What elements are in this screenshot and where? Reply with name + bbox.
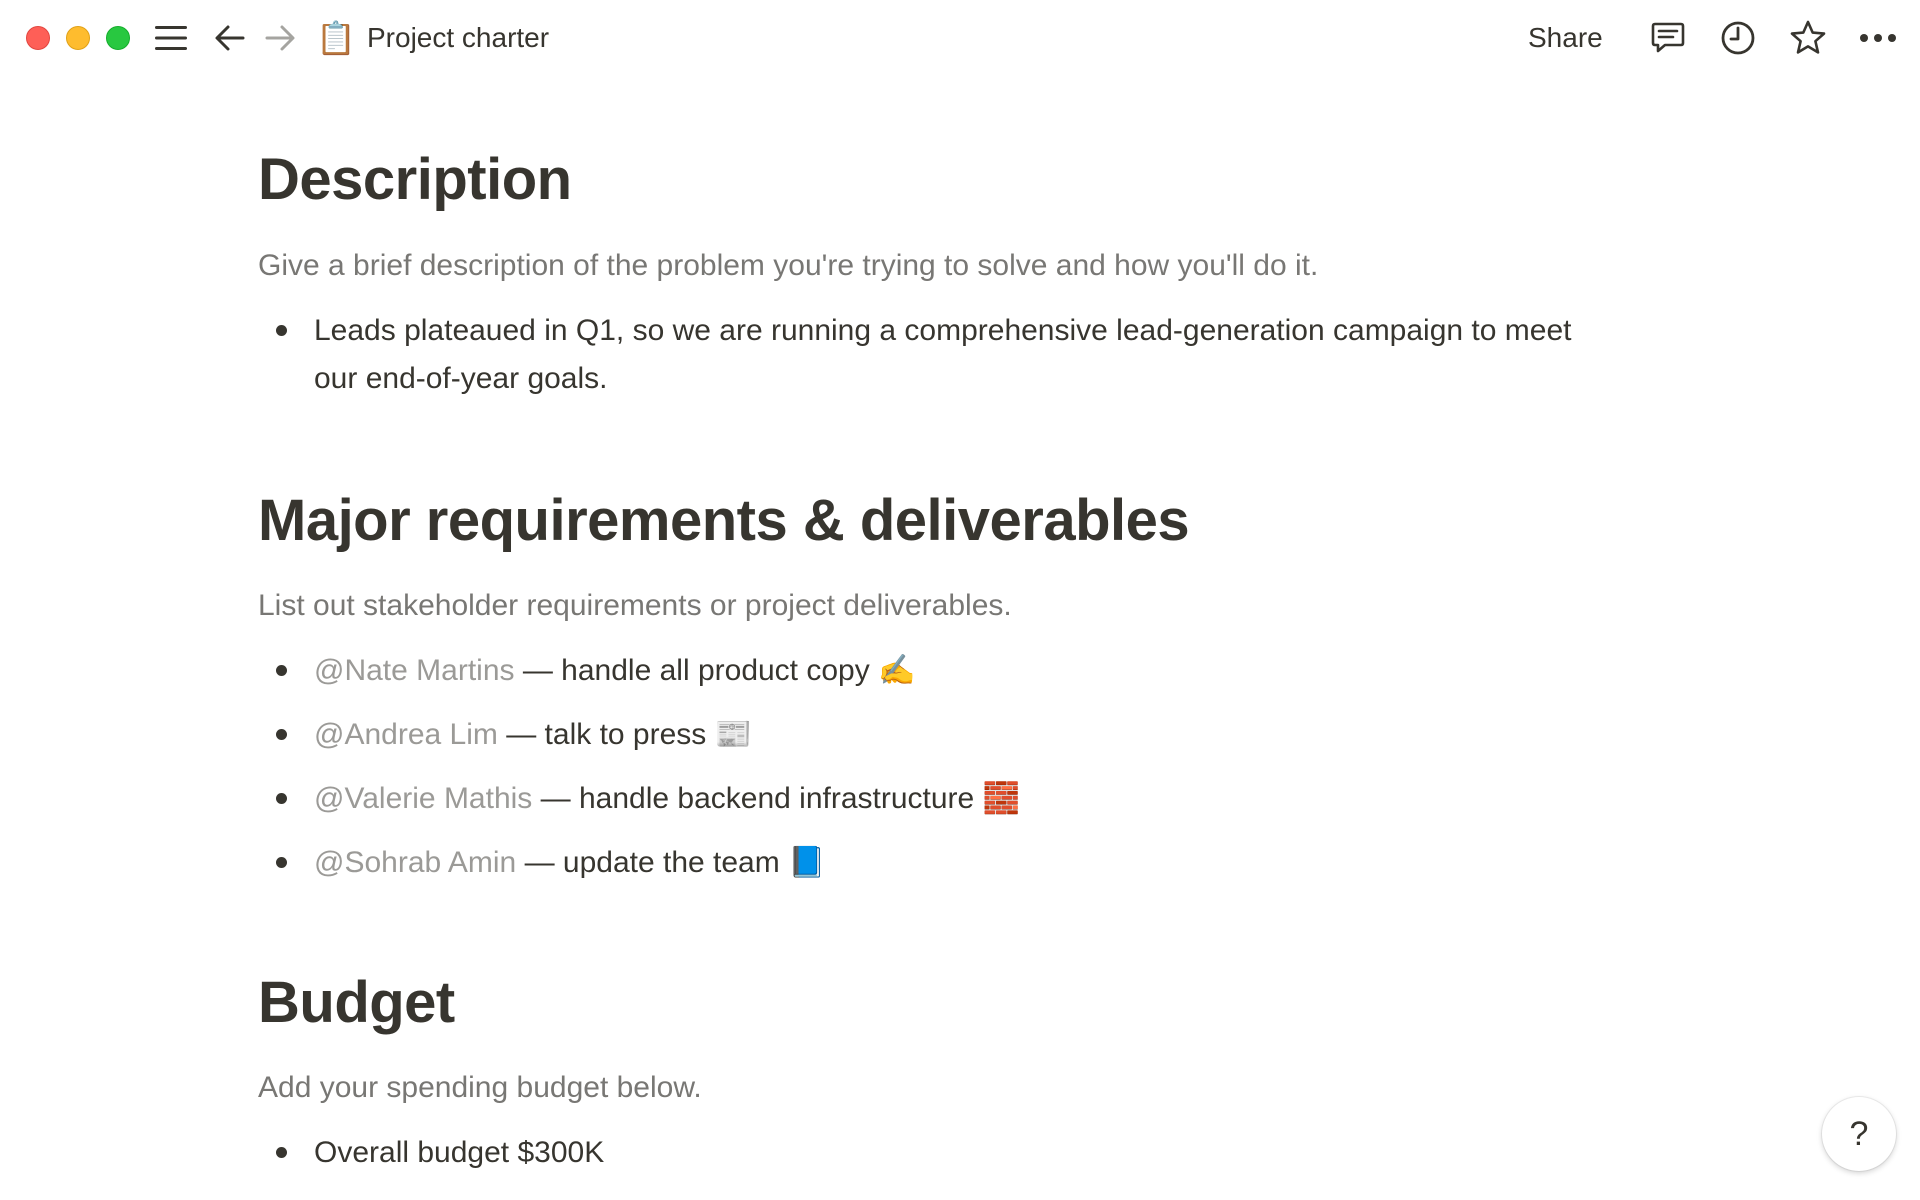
bullet-marker — [258, 307, 314, 403]
clock-icon[interactable] — [1716, 16, 1760, 60]
star-icon[interactable] — [1786, 16, 1830, 60]
item-text: — update the team 📘 — [516, 846, 826, 879]
description-placeholder[interactable]: Give a brief description of the problem … — [258, 244, 1318, 288]
heading-description[interactable]: Description — [258, 145, 572, 215]
item-text: — handle all product copy ✍️ — [514, 654, 916, 687]
window-controls — [26, 26, 130, 50]
more-dots-icon[interactable] — [1856, 16, 1900, 60]
list-item[interactable]: @Andrea Lim — talk to press 📰 — [258, 711, 1618, 759]
top-bar: 📋 Project charter Share — [0, 0, 1920, 76]
user-mention[interactable]: @Nate Martins — [314, 654, 515, 687]
hamburger-menu-icon[interactable] — [151, 18, 191, 58]
item-text: — handle backend infrastructure 🧱 — [532, 782, 1020, 815]
user-mention[interactable]: @Valerie Mathis — [314, 782, 532, 815]
bullet-marker — [258, 647, 314, 695]
heading-requirements[interactable]: Major requirements & deliverables — [258, 486, 1190, 556]
list-item-text[interactable]: @Nate Martins — handle all product copy … — [314, 647, 915, 695]
list-item-text[interactable]: @Andrea Lim — talk to press 📰 — [314, 711, 752, 759]
bullet-marker — [258, 775, 314, 823]
page-title-breadcrumb[interactable]: Project charter — [367, 18, 549, 58]
bullet-marker — [258, 839, 314, 887]
list-item-text[interactable]: Overall budget $300K — [314, 1129, 604, 1177]
share-button[interactable]: Share — [1528, 18, 1603, 58]
comment-icon[interactable] — [1646, 16, 1690, 60]
list-item[interactable]: @Nate Martins — handle all product copy … — [258, 647, 1618, 695]
arrow-left-icon[interactable] — [210, 18, 250, 58]
list-item-text[interactable]: @Sohrab Amin — update the team 📘 — [314, 839, 825, 887]
user-mention[interactable]: @Sohrab Amin — [314, 846, 516, 879]
minimize-window-button[interactable] — [66, 26, 90, 50]
list-item-text[interactable]: Leads plateaued in Q1, so we are running… — [314, 307, 1618, 403]
list-item-text[interactable]: @Valerie Mathis — handle backend infrast… — [314, 775, 1020, 823]
list-item[interactable]: Leads plateaued in Q1, so we are running… — [258, 307, 1618, 403]
maximize-window-button[interactable] — [106, 26, 130, 50]
close-window-button[interactable] — [26, 26, 50, 50]
page-icon[interactable]: 📋 — [316, 18, 356, 58]
list-item[interactable]: @Valerie Mathis — handle backend infrast… — [258, 775, 1618, 823]
heading-budget[interactable]: Budget — [258, 968, 455, 1038]
budget-placeholder[interactable]: Add your spending budget below. — [258, 1066, 702, 1110]
arrow-right-icon[interactable] — [260, 18, 300, 58]
list-item[interactable]: Overall budget $300K — [258, 1129, 1618, 1177]
user-mention[interactable]: @Andrea Lim — [314, 718, 498, 751]
list-item[interactable]: @Sohrab Amin — update the team 📘 — [258, 839, 1618, 887]
help-button[interactable]: ? — [1822, 1097, 1896, 1171]
item-text: — talk to press 📰 — [497, 718, 752, 751]
requirements-placeholder[interactable]: List out stakeholder requirements or pro… — [258, 584, 1012, 628]
bullet-marker — [258, 711, 314, 759]
bullet-marker — [258, 1129, 314, 1177]
